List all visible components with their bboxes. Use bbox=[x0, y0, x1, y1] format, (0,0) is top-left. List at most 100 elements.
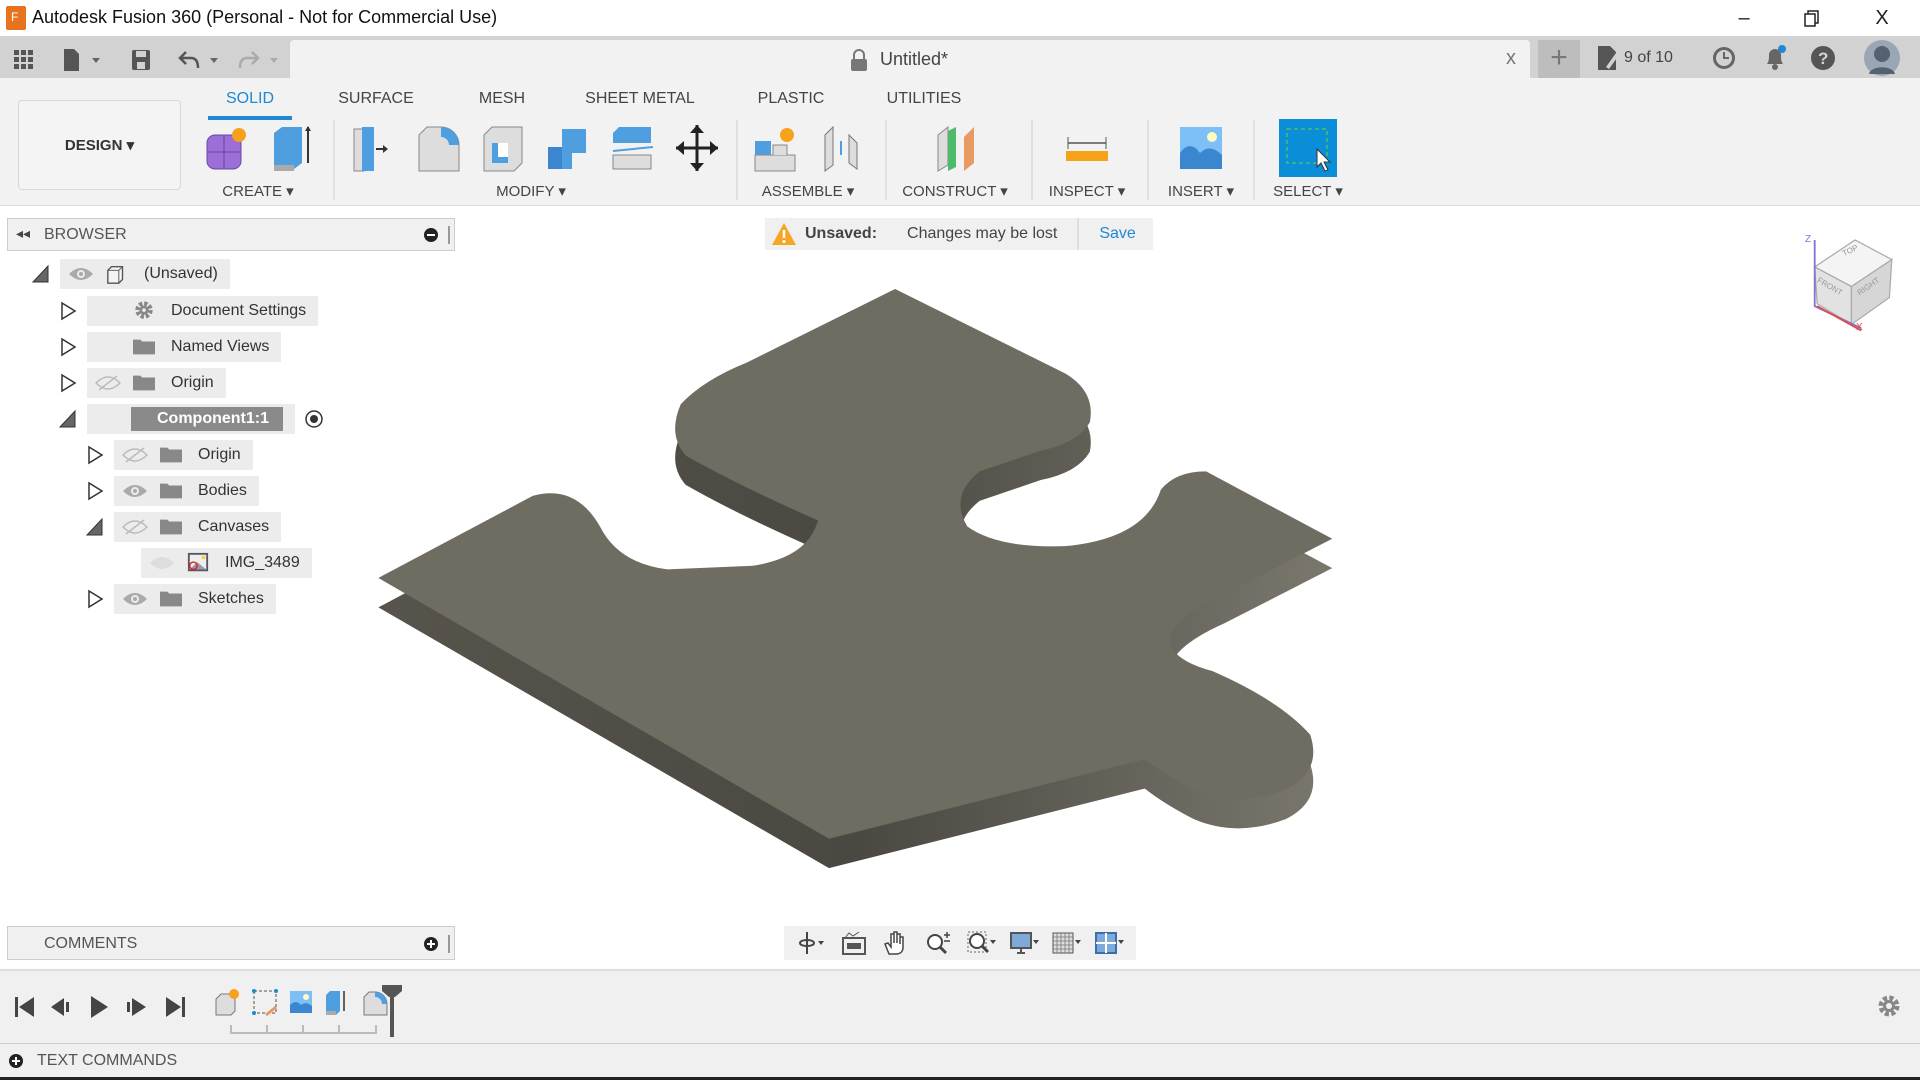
browser-item[interactable]: Named Views bbox=[57, 332, 282, 362]
puzzle-piece-body[interactable] bbox=[378, 288, 1333, 869]
browser-item-label: IMG_3489 bbox=[225, 554, 300, 571]
grid-settings-icon[interactable] bbox=[1051, 930, 1082, 956]
expand-triangle-icon[interactable] bbox=[84, 588, 106, 610]
comments-panel: COMMENTS bbox=[7, 926, 455, 960]
expand-triangle-icon[interactable] bbox=[84, 480, 106, 502]
orbit-icon[interactable] bbox=[796, 930, 826, 956]
folder-icon bbox=[160, 483, 182, 499]
display-settings-icon[interactable] bbox=[1009, 930, 1039, 956]
timeline-extrude-icon bbox=[326, 991, 345, 1015]
browser-header: ◂◂ BROWSER bbox=[7, 218, 455, 251]
viewcube-axis-x: X bbox=[1856, 322, 1863, 333]
panel-resize-handle[interactable] bbox=[448, 226, 450, 244]
viewcube-axis-z: Z bbox=[1805, 234, 1812, 245]
timeline-sketch-icon bbox=[252, 989, 278, 1017]
expand-triangle-icon[interactable] bbox=[57, 300, 79, 322]
browser-item-label: Document Settings bbox=[171, 302, 307, 319]
timeline-settings-gear-icon[interactable] bbox=[1876, 993, 1902, 1019]
gear-icon bbox=[135, 301, 153, 319]
timeline-component-icon bbox=[215, 989, 239, 1016]
folder-icon bbox=[160, 519, 182, 535]
browser-item-label: Canvases bbox=[198, 518, 270, 535]
browser-item[interactable]: (Unsaved) bbox=[30, 259, 230, 289]
collapse-triangle-icon[interactable] bbox=[30, 263, 52, 285]
warning-icon bbox=[772, 223, 796, 245]
viewports-icon[interactable] bbox=[1094, 930, 1124, 956]
panel-resize-handle[interactable] bbox=[448, 935, 450, 953]
folder-icon bbox=[133, 339, 155, 355]
browser-item-node[interactable]: Sketches bbox=[114, 584, 276, 614]
step-back-icon[interactable] bbox=[48, 994, 74, 1020]
unsaved-banner: Unsaved: Changes may be lost Save bbox=[765, 218, 1153, 250]
visibility-eye-icon[interactable] bbox=[149, 554, 175, 572]
hidden-eye-icon[interactable] bbox=[122, 446, 148, 464]
browser-item-label: Bodies bbox=[198, 482, 247, 499]
go-to-end-icon[interactable] bbox=[162, 994, 188, 1020]
visibility-eye-icon[interactable] bbox=[122, 590, 148, 608]
text-commands-bar[interactable]: TEXT COMMANDS bbox=[0, 1043, 1920, 1077]
browser-item-node[interactable]: Bodies bbox=[114, 476, 259, 506]
folder-icon bbox=[133, 375, 155, 391]
play-icon[interactable] bbox=[86, 994, 112, 1020]
browser-item-node[interactable]: Document Settings bbox=[87, 296, 319, 326]
expand-triangle-icon[interactable] bbox=[57, 336, 79, 358]
zoom-window-icon[interactable] bbox=[966, 930, 997, 956]
browser-item-label: Named Views bbox=[171, 338, 270, 355]
browser-item-node[interactable]: Canvases bbox=[114, 512, 282, 542]
minimize-panel-icon[interactable] bbox=[424, 228, 438, 242]
browser-item-label: (Unsaved) bbox=[144, 265, 218, 282]
pan-hand-icon[interactable] bbox=[881, 930, 911, 956]
navigation-toolbar bbox=[784, 926, 1136, 960]
activate-component-radio-icon[interactable] bbox=[303, 408, 325, 430]
puzzle-top-face bbox=[378, 288, 1333, 839]
browser-item-node[interactable]: IMG_3489 bbox=[141, 548, 312, 578]
add-comment-icon[interactable] bbox=[424, 937, 438, 951]
browser-item[interactable]: Origin bbox=[84, 440, 253, 470]
collapse-triangle-icon[interactable] bbox=[57, 408, 79, 430]
component-icon bbox=[107, 265, 124, 284]
viewport-canvas[interactable] bbox=[0, 0, 1920, 1080]
browser-item[interactable]: Sketches bbox=[84, 584, 276, 614]
timeline-canvas-icon bbox=[290, 991, 312, 1013]
browser-item-node[interactable]: Named Views bbox=[87, 332, 282, 362]
expand-triangle-icon[interactable] bbox=[57, 372, 79, 394]
expand-text-commands-icon[interactable] bbox=[9, 1054, 23, 1068]
folder-icon bbox=[160, 447, 182, 463]
browser-item-label: Origin bbox=[198, 446, 241, 463]
browser-item-node[interactable]: Component1:1 bbox=[87, 404, 295, 434]
browser-title: BROWSER bbox=[44, 226, 127, 243]
browser-item[interactable]: Document Settings bbox=[57, 296, 319, 326]
browser-item-node[interactable]: (Unsaved) bbox=[60, 259, 230, 289]
text-commands-title: TEXT COMMANDS bbox=[37, 1052, 178, 1069]
browser-item[interactable]: IMG_3489 bbox=[111, 548, 312, 578]
timeline bbox=[0, 969, 1920, 1043]
browser-item-node[interactable]: Origin bbox=[87, 368, 226, 398]
browser-item-label: Sketches bbox=[198, 590, 264, 607]
collapse-triangle-icon[interactable] bbox=[84, 516, 106, 538]
image-icon bbox=[187, 552, 209, 572]
step-forward-icon[interactable] bbox=[123, 994, 149, 1020]
hidden-eye-icon[interactable] bbox=[95, 374, 121, 392]
browser-item[interactable]: Canvases bbox=[84, 512, 282, 542]
folder-icon bbox=[160, 591, 182, 607]
unsaved-status: Unsaved: bbox=[805, 225, 878, 242]
browser-item-node[interactable]: Origin bbox=[114, 440, 253, 470]
expand-triangle-icon[interactable] bbox=[84, 444, 106, 466]
browser-item-label: Origin bbox=[171, 374, 214, 391]
visibility-eye-icon[interactable] bbox=[122, 482, 148, 500]
collapse-browser-icon[interactable]: ◂◂ bbox=[16, 225, 30, 242]
browser-item-label: Component1:1 bbox=[131, 407, 283, 431]
unsaved-message: Changes may be lost bbox=[907, 218, 1080, 250]
visibility-eye-icon[interactable] bbox=[68, 265, 94, 283]
browser-item[interactable]: Origin bbox=[57, 368, 226, 398]
go-to-start-icon[interactable] bbox=[12, 994, 38, 1020]
hidden-eye-icon[interactable] bbox=[122, 518, 148, 536]
comments-title: COMMENTS bbox=[44, 935, 138, 952]
timeline-features[interactable] bbox=[214, 985, 404, 1039]
zoom-icon[interactable] bbox=[924, 930, 954, 956]
look-at-icon[interactable] bbox=[839, 930, 869, 956]
browser-item[interactable]: Component1:1 bbox=[57, 404, 325, 434]
browser-item[interactable]: Bodies bbox=[84, 476, 259, 506]
timeline-marker[interactable] bbox=[380, 985, 404, 1037]
save-link[interactable]: Save bbox=[1099, 225, 1135, 243]
